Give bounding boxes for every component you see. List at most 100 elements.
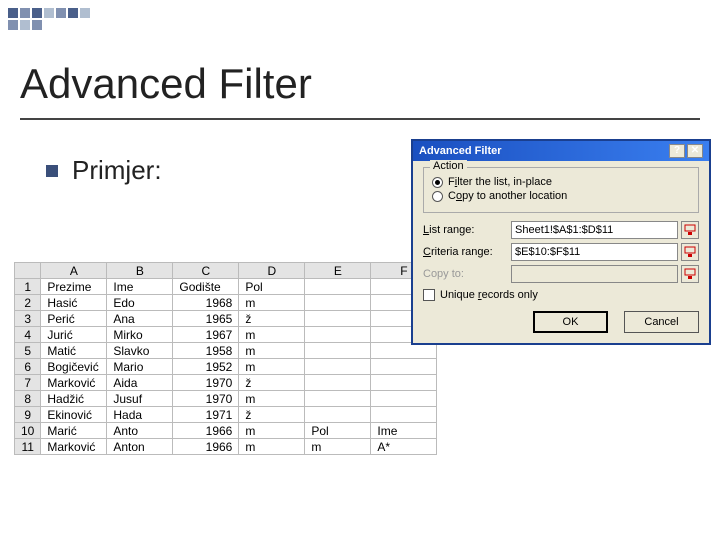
cell[interactable]: m <box>239 295 305 311</box>
cell[interactable]: 1965 <box>173 311 239 327</box>
cell[interactable]: Prezime <box>41 279 107 295</box>
cell[interactable]: 1966 <box>173 423 239 439</box>
help-icon: ? <box>674 145 680 156</box>
list-range-label: List range: <box>423 224 511 236</box>
cell[interactable] <box>371 375 437 391</box>
ok-button[interactable]: OK <box>533 311 608 333</box>
cell[interactable]: 1970 <box>173 375 239 391</box>
cell[interactable]: 1967 <box>173 327 239 343</box>
cell[interactable]: m <box>239 423 305 439</box>
cell[interactable]: Hada <box>107 407 173 423</box>
table-row: 9EkinovićHada1971ž <box>15 407 437 423</box>
cell[interactable] <box>305 279 371 295</box>
row-header[interactable]: 8 <box>15 391 41 407</box>
criteria-range-input[interactable] <box>511 243 678 261</box>
dialog-titlebar[interactable]: Advanced Filter ? ✕ <box>413 141 709 161</box>
cancel-button[interactable]: Cancel <box>624 311 699 333</box>
cell[interactable]: ž <box>239 311 305 327</box>
cell[interactable] <box>371 407 437 423</box>
cell[interactable] <box>305 375 371 391</box>
radio-copy-to-location[interactable]: Copy to another location <box>432 190 690 202</box>
row-header[interactable]: 1 <box>15 279 41 295</box>
copy-to-ref-button[interactable] <box>681 265 699 283</box>
row-header[interactable]: 4 <box>15 327 41 343</box>
advanced-filter-dialog: Advanced Filter ? ✕ Action Filter the li… <box>411 139 711 345</box>
list-range-ref-button[interactable] <box>681 221 699 239</box>
cell[interactable]: 1968 <box>173 295 239 311</box>
col-header[interactable]: B <box>107 263 173 279</box>
cell[interactable] <box>305 311 371 327</box>
cell[interactable]: Jusuf <box>107 391 173 407</box>
row-header[interactable]: 7 <box>15 375 41 391</box>
row-header[interactable]: 10 <box>15 423 41 439</box>
cell[interactable]: Pol <box>239 279 305 295</box>
list-range-input[interactable] <box>511 221 678 239</box>
cell[interactable]: Aida <box>107 375 173 391</box>
row-header[interactable]: 11 <box>15 439 41 455</box>
cell[interactable]: Marković <box>41 439 107 455</box>
cell[interactable]: Mirko <box>107 327 173 343</box>
cell[interactable] <box>305 407 371 423</box>
cell[interactable]: Mario <box>107 359 173 375</box>
col-header[interactable]: E <box>305 263 371 279</box>
row-header[interactable]: 3 <box>15 311 41 327</box>
cell[interactable]: Marić <box>41 423 107 439</box>
cell[interactable]: m <box>305 439 371 455</box>
cell[interactable]: Ime <box>371 423 437 439</box>
spreadsheet[interactable]: A B C D E F 1PrezimeImeGodištePol 2Hasić… <box>14 262 437 455</box>
cell[interactable]: Slavko <box>107 343 173 359</box>
cell[interactable]: m <box>239 359 305 375</box>
cell[interactable]: 1952 <box>173 359 239 375</box>
cell[interactable]: Pol <box>305 423 371 439</box>
cell[interactable]: Hasić <box>41 295 107 311</box>
close-button[interactable]: ✕ <box>687 144 703 158</box>
cell[interactable]: Anton <box>107 439 173 455</box>
col-header[interactable]: D <box>239 263 305 279</box>
cell[interactable]: Jurić <box>41 327 107 343</box>
cell[interactable] <box>305 295 371 311</box>
cell[interactable] <box>371 391 437 407</box>
cell[interactable]: 1971 <box>173 407 239 423</box>
cell[interactable]: 1970 <box>173 391 239 407</box>
col-header[interactable]: A <box>41 263 107 279</box>
row-header[interactable]: 6 <box>15 359 41 375</box>
criteria-range-ref-button[interactable] <box>681 243 699 261</box>
table-row: 7MarkovićAida1970ž <box>15 375 437 391</box>
cell[interactable]: Hadžić <box>41 391 107 407</box>
cell[interactable]: m <box>239 327 305 343</box>
row-header[interactable]: 9 <box>15 407 41 423</box>
cell[interactable]: Ekinović <box>41 407 107 423</box>
cell[interactable]: 1966 <box>173 439 239 455</box>
cell[interactable]: Ime <box>107 279 173 295</box>
row-header[interactable]: 5 <box>15 343 41 359</box>
cell[interactable]: m <box>239 343 305 359</box>
unique-records-checkbox[interactable]: Unique records only <box>423 289 699 301</box>
cell[interactable]: A* <box>371 439 437 455</box>
select-all-corner[interactable] <box>15 263 41 279</box>
cell[interactable] <box>305 359 371 375</box>
table-row: 4JurićMirko1967m <box>15 327 437 343</box>
cell[interactable]: Bogičević <box>41 359 107 375</box>
cell[interactable]: Perić <box>41 311 107 327</box>
cell[interactable]: Marković <box>41 375 107 391</box>
action-legend: Action <box>430 160 467 172</box>
cell[interactable]: ž <box>239 407 305 423</box>
cell[interactable] <box>305 343 371 359</box>
cell[interactable]: m <box>239 439 305 455</box>
cell[interactable]: Anto <box>107 423 173 439</box>
radio-filter-in-place[interactable]: Filter the list, in-place <box>432 176 690 188</box>
cell[interactable]: Matić <box>41 343 107 359</box>
cell[interactable]: m <box>239 391 305 407</box>
cell[interactable]: 1958 <box>173 343 239 359</box>
cell[interactable]: Edo <box>107 295 173 311</box>
row-header[interactable]: 2 <box>15 295 41 311</box>
cell[interactable]: Godište <box>173 279 239 295</box>
cell[interactable]: ž <box>239 375 305 391</box>
help-button[interactable]: ? <box>669 144 685 158</box>
dialog-title-text: Advanced Filter <box>419 145 502 157</box>
cell[interactable] <box>305 327 371 343</box>
cell[interactable]: Ana <box>107 311 173 327</box>
cell[interactable] <box>305 391 371 407</box>
cell[interactable] <box>371 359 437 375</box>
col-header[interactable]: C <box>173 263 239 279</box>
